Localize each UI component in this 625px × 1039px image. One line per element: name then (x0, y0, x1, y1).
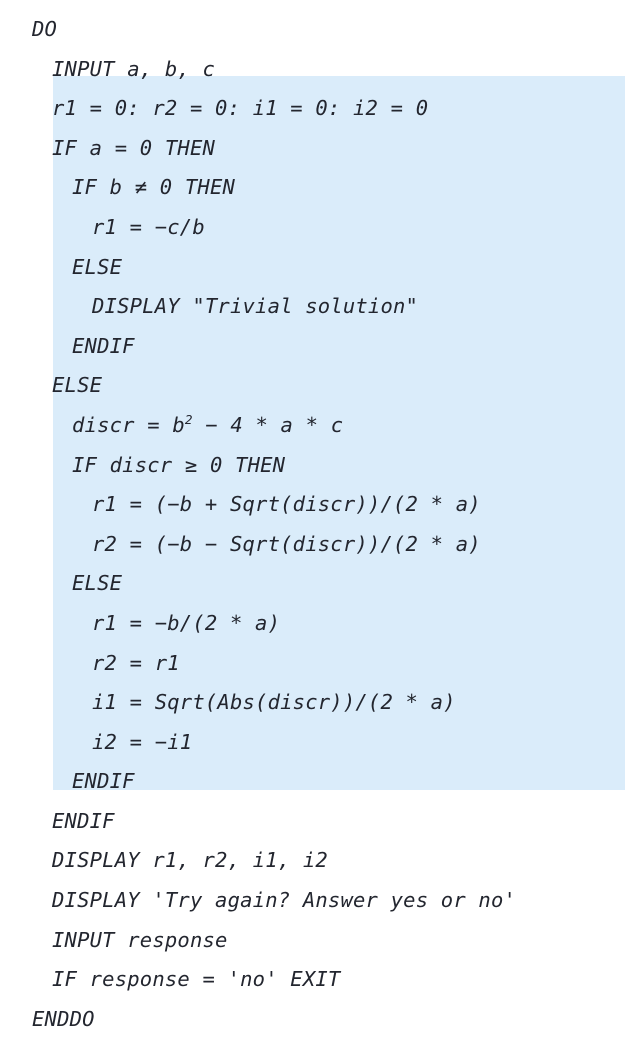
code-line: discr = b2 − 4 * a * c (0, 406, 625, 446)
code-text: r1 = 0: r2 = 0: i1 = 0: i2 = 0 (52, 96, 429, 121)
code-text: i1 = Sqrt(Abs(discr))/(2 * a) (92, 690, 456, 715)
code-text: r1 = (−b + Sqrt(discr))/(2 * a) (92, 492, 481, 517)
code-line: r2 = r1 (0, 644, 625, 684)
code-line: ELSE (0, 366, 625, 406)
code-line: ENDIF (0, 327, 625, 367)
code-line: IF a = 0 THEN (0, 129, 625, 169)
code-line: DO (0, 10, 625, 50)
code-text: ENDIF (52, 808, 115, 833)
code-line: INPUT a, b, c (0, 50, 625, 90)
code-text: ELSE (72, 254, 123, 279)
code-text: INPUT response (52, 927, 228, 952)
code-text: i2 = −i1 (92, 729, 193, 754)
code-text: r2 = r1 (92, 650, 180, 675)
code-line: DISPLAY 'Try again? Answer yes or no' (0, 881, 625, 921)
code-line: IF b ≠ 0 THEN (0, 168, 625, 208)
code-line: i2 = −i1 (0, 723, 625, 763)
code-line: IF response = 'no' EXIT (0, 960, 625, 1000)
code-line: DISPLAY r1, r2, i1, i2 (0, 841, 625, 881)
code-text: ENDDO (32, 1006, 95, 1031)
code-text: IF a = 0 THEN (52, 135, 216, 160)
code-text: − 4 * a * c (192, 412, 344, 437)
code-line: r1 = −b/(2 * a) (0, 604, 625, 644)
code-text: r2 = (−b − Sqrt(discr))/(2 * a) (92, 531, 481, 556)
code-text: IF response = 'no' EXIT (52, 967, 341, 992)
code-line: r1 = (−b + Sqrt(discr))/(2 * a) (0, 485, 625, 525)
pseudocode-page: DO INPUT a, b, c r1 = 0: r2 = 0: i1 = 0: i… (0, 0, 625, 1031)
code-line: r1 = 0: r2 = 0: i1 = 0: i2 = 0 (0, 89, 625, 129)
code-text: ENDIF (72, 333, 135, 358)
code-text: IF b ≠ 0 THEN (72, 175, 236, 200)
code-line: ENDIF (0, 762, 625, 802)
code-text: DISPLAY "Trivial solution" (92, 294, 419, 319)
code-line: r2 = (−b − Sqrt(discr))/(2 * a) (0, 525, 625, 565)
code-text: INPUT a, b, c (52, 56, 216, 81)
code-line: ELSE (0, 248, 625, 288)
code-line: IF discr ≥ 0 THEN (0, 446, 625, 486)
code-text: discr = b (72, 412, 185, 437)
code-line: INPUT response (0, 921, 625, 961)
code-line: ENDIF (0, 802, 625, 842)
code-line: ENDDO (0, 1000, 625, 1039)
code-text: r1 = −c/b (92, 214, 205, 239)
code-text: ELSE (52, 373, 103, 398)
code-text: r1 = −b/(2 * a) (92, 610, 281, 635)
exponent: 2 (184, 412, 193, 428)
code-text: DISPLAY 'Try again? Answer yes or no' (52, 888, 517, 913)
code-line: i1 = Sqrt(Abs(discr))/(2 * a) (0, 683, 625, 723)
code-text: DO (32, 17, 58, 41)
code-line: DISPLAY "Trivial solution" (0, 287, 625, 327)
code-text: ELSE (72, 571, 123, 596)
code-line: r1 = −c/b (0, 208, 625, 248)
code-text: IF discr ≥ 0 THEN (72, 452, 286, 477)
code-line: ELSE (0, 564, 625, 604)
code-text: DISPLAY r1, r2, i1, i2 (52, 848, 328, 873)
code-text: ENDIF (72, 769, 135, 794)
code-listing: DO INPUT a, b, c r1 = 0: r2 = 0: i1 = 0: i… (0, 10, 625, 1039)
